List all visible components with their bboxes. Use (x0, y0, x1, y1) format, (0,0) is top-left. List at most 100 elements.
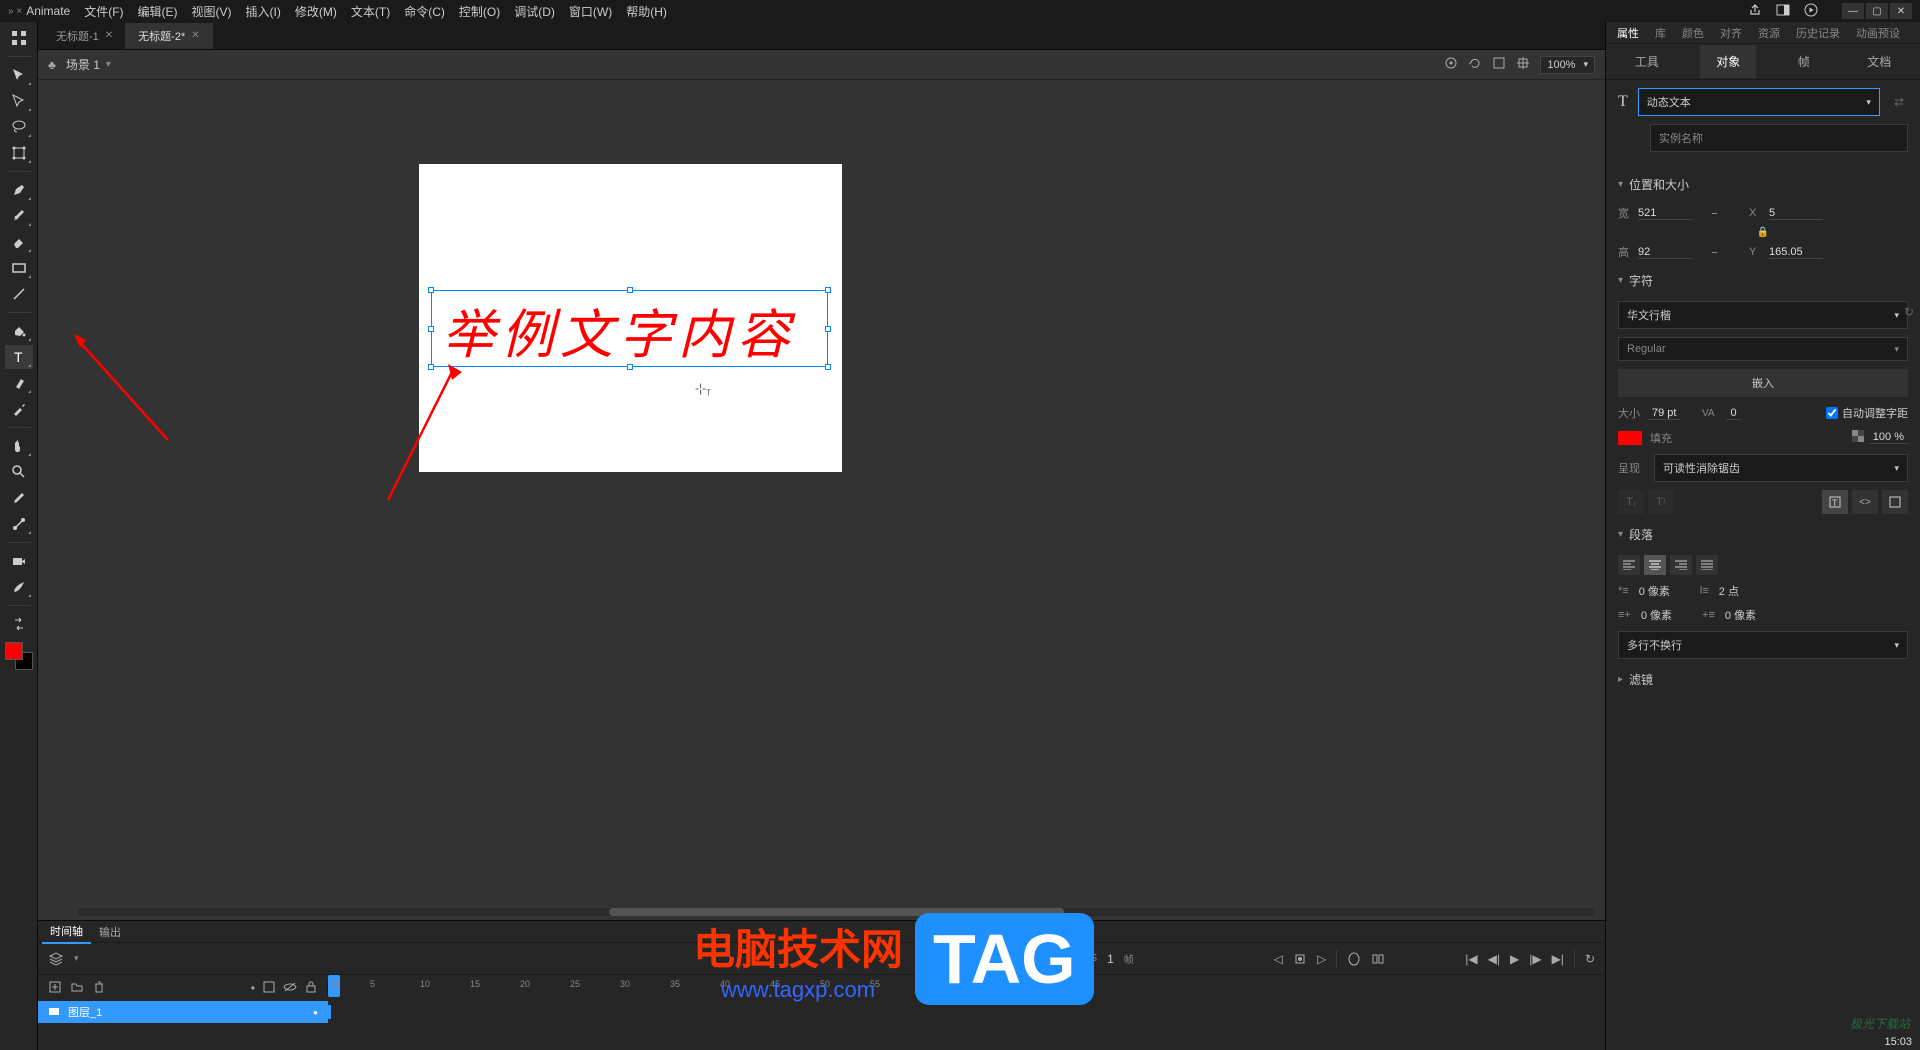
text-tool-icon[interactable]: T (5, 345, 33, 369)
color-picker[interactable] (5, 642, 33, 670)
current-frame[interactable]: 1 (1107, 952, 1114, 966)
menu-view[interactable]: 视图(V) (192, 3, 232, 20)
section-position-size[interactable]: ▾位置和大小 (1606, 168, 1920, 201)
menu-text[interactable]: 文本(T) (351, 3, 390, 20)
add-folder-icon[interactable] (70, 980, 84, 997)
size-value[interactable]: 79 pt (1648, 407, 1680, 420)
brush-tool-icon[interactable] (5, 204, 33, 228)
insert-keyframe-icon[interactable] (1293, 952, 1307, 966)
resize-handle[interactable] (825, 364, 831, 370)
fill-color-swatch[interactable] (1618, 431, 1642, 445)
subtab-object[interactable]: 对象 (1700, 45, 1756, 78)
kerning-value[interactable]: 0 (1726, 407, 1740, 420)
render-mode-select[interactable]: 可读性消除锯齿 ▾ (1654, 454, 1908, 482)
onion-skin-icon[interactable] (1347, 952, 1361, 966)
menu-control[interactable]: 控制(O) (459, 3, 500, 20)
line-spacing-value[interactable]: 2 点 (1719, 583, 1739, 599)
canvas[interactable]: 举例文字内容 -¦-T (419, 164, 842, 472)
width-value[interactable]: 521 (1638, 207, 1692, 220)
left-margin-value[interactable]: 0 像素 (1641, 607, 1672, 623)
edit-multiple-frames-icon[interactable] (1371, 952, 1385, 966)
camera-tool-icon[interactable] (5, 549, 33, 573)
align-left-button[interactable] (1618, 555, 1640, 575)
next-keyframe-icon[interactable]: ▷ (1317, 952, 1326, 966)
panel-tab-library[interactable]: 库 (1648, 22, 1673, 44)
resize-handle[interactable] (428, 364, 434, 370)
timeline-tab[interactable]: 时间轴 (42, 920, 91, 944)
play-icon[interactable] (1804, 3, 1818, 20)
goto-last-icon[interactable]: ▶| (1552, 952, 1564, 966)
line-tool-icon[interactable] (5, 282, 33, 306)
layers-icon[interactable] (48, 951, 64, 967)
minimize-button[interactable]: — (1842, 3, 1864, 19)
delete-layer-icon[interactable] (92, 980, 106, 997)
align-right-button[interactable] (1670, 555, 1692, 575)
html-render-button[interactable]: <> (1852, 490, 1878, 514)
layer-options-icon[interactable]: ▾ (74, 953, 79, 964)
font-reset-icon[interactable]: ↻ (1896, 303, 1920, 321)
close-button[interactable]: ✕ (1890, 3, 1912, 19)
transform-tool-icon[interactable] (5, 141, 33, 165)
align-justify-button[interactable] (1696, 555, 1718, 575)
link-dimensions-icon[interactable]: ⎯ (1712, 208, 1717, 219)
swap-type-icon[interactable]: ⇄ (1890, 91, 1908, 113)
step-back-icon[interactable]: ◀| (1488, 952, 1500, 966)
clip-stage-icon[interactable] (1492, 56, 1506, 73)
goto-first-icon[interactable]: |◀ (1465, 952, 1477, 966)
instance-name-input[interactable]: 实例名称 (1650, 124, 1908, 152)
swap-colors-icon[interactable] (5, 612, 33, 636)
add-layer-icon[interactable] (48, 980, 62, 997)
zoom-select[interactable]: 100%▾ (1540, 56, 1595, 74)
hand-tool-icon[interactable] (5, 434, 33, 458)
subselection-tool-icon[interactable] (5, 89, 33, 113)
step-forward-icon[interactable]: |▶ (1529, 952, 1541, 966)
close-tab-icon[interactable]: ✕ (191, 30, 199, 41)
opacity-value[interactable]: 100 % (1869, 431, 1908, 444)
panel-tab-color[interactable]: 颜色 (1675, 22, 1711, 44)
menu-commands[interactable]: 命令(C) (404, 3, 445, 20)
menu-debug[interactable]: 调试(D) (514, 3, 555, 20)
section-filters[interactable]: ▸滤镜 (1606, 663, 1920, 696)
document-tab-1[interactable]: 无标题-1✕ (44, 23, 126, 49)
subtab-frame[interactable]: 帧 (1782, 45, 1826, 78)
panel-tab-align[interactable]: 对齐 (1713, 22, 1749, 44)
rectangle-tool-icon[interactable] (5, 256, 33, 280)
keyframe[interactable] (328, 1005, 331, 1019)
panel-tab-history[interactable]: 历史记录 (1789, 22, 1847, 44)
deco-brush-tool-icon[interactable] (5, 575, 33, 599)
grid-tool-icon[interactable] (5, 26, 33, 50)
document-tab-2[interactable]: 无标题-2*✕ (126, 23, 212, 49)
text-selection-box[interactable]: 举例文字内容 (431, 290, 828, 367)
eraser-tool-icon[interactable] (5, 230, 33, 254)
menu-edit[interactable]: 编辑(E) (138, 3, 178, 20)
menu-file[interactable]: 文件(F) (84, 3, 123, 20)
scene-selector[interactable]: 场景 1▾ (66, 56, 111, 73)
pen-tool-icon[interactable] (5, 178, 33, 202)
section-character[interactable]: ▾字符 (1606, 264, 1920, 297)
expand-workspace-icon[interactable]: » × (8, 6, 22, 17)
eyedropper-tool-icon[interactable] (5, 397, 33, 421)
resize-handle[interactable] (627, 364, 633, 370)
y-value[interactable]: 165.05 (1769, 246, 1823, 259)
selection-tool-icon[interactable] (5, 63, 33, 87)
fit-stage-icon[interactable] (1516, 56, 1530, 73)
play-button-icon[interactable]: ▶ (1510, 952, 1519, 966)
scene-icon[interactable]: ♣ (48, 58, 56, 72)
border-button[interactable] (1882, 490, 1908, 514)
loop-icon[interactable]: ↻ (1585, 952, 1595, 966)
subtab-document[interactable]: 文档 (1851, 45, 1907, 78)
zoom-tool-icon[interactable] (5, 460, 33, 484)
panel-tab-anim-preset[interactable]: 动画预设 (1849, 22, 1907, 44)
menu-insert[interactable]: 插入(I) (246, 3, 281, 20)
font-family-select[interactable]: 华文行楷 ▾ (1618, 301, 1908, 329)
resize-handle[interactable] (627, 287, 633, 293)
resize-handle[interactable] (825, 326, 831, 332)
text-type-select[interactable]: 动态文本 ▾ (1638, 88, 1880, 116)
right-margin-value[interactable]: 0 像素 (1725, 607, 1756, 623)
subscript-button[interactable]: T¹ (1648, 490, 1674, 514)
lock-icon[interactable] (305, 980, 317, 997)
x-value[interactable]: 5 (1769, 207, 1823, 220)
font-style-select[interactable]: Regular ▾ (1618, 337, 1908, 361)
selectable-button[interactable]: T (1822, 490, 1848, 514)
lasso-tool-icon[interactable] (5, 115, 33, 139)
